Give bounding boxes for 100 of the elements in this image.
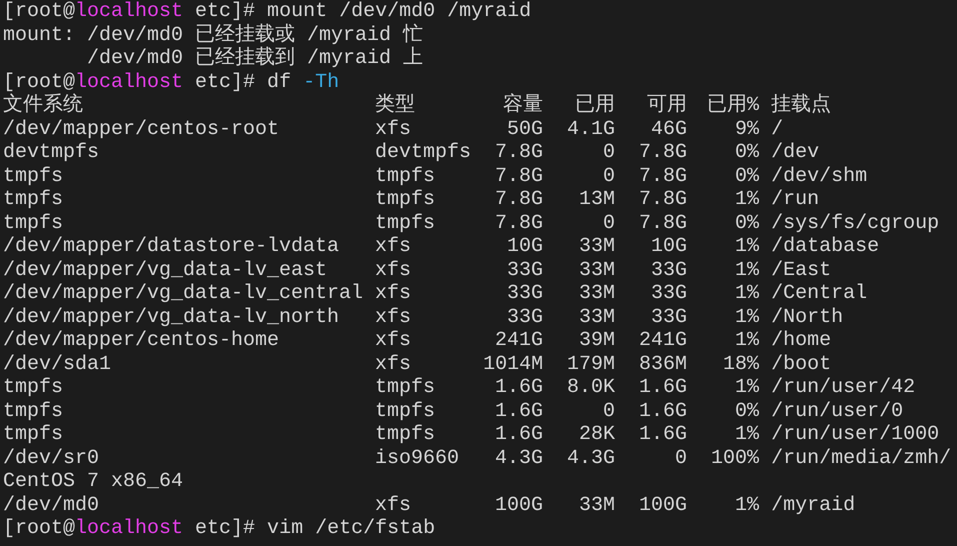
table-cell-text: tmpfs (3, 212, 64, 235)
output-line: CentOS 7 x86_64 (3, 470, 184, 494)
table-cell-text: 241G (638, 329, 688, 352)
table-cell-text: 1.6G (638, 376, 688, 400)
table-cell-text: 0% (734, 400, 760, 423)
column-header: 文件系统 (3, 94, 84, 118)
table-cell-text: tmpfs (375, 376, 436, 400)
output-line: /dev/md0 已经挂载到 /myraid 上 (86, 47, 424, 70)
table-cell-text: tmpfs (375, 423, 436, 446)
table-cell-text: /dev/shm (770, 164, 868, 188)
table-cell-text: /dev/mapper/centos-root (3, 118, 280, 141)
table-cell-text: 0% (734, 164, 760, 188)
table-cell-text: 33M (578, 235, 616, 258)
table-cell-text: 7.8G (638, 141, 688, 164)
output-line: mount: /dev/md0 已经挂载或 /myraid 忙 (3, 24, 424, 46)
shell-prompt-line: [root@localhost etc]# vim /etc/fstab (3, 517, 436, 540)
table-cell-text: 1.6G (494, 376, 544, 400)
table-cell-text: 4.3G (566, 446, 616, 470)
table-cell-text: 33M (578, 258, 616, 282)
table-cell-text: 1.6G (638, 423, 688, 446)
table-cell-text: 1% (734, 329, 760, 352)
table-cell-text: xfs (375, 282, 412, 306)
table-cell-text: tmpfs (3, 423, 64, 446)
table-cell-text: /run (770, 188, 820, 212)
table-cell: 1014M (483, 352, 544, 376)
table-cell-text: 33G (650, 282, 688, 306)
table-cell-text: 0% (734, 212, 760, 235)
table-cell-text: 0 (674, 446, 688, 470)
table-cell-text: 7.8G (638, 212, 688, 235)
table-cell-text: 46G (650, 118, 688, 141)
table-cell-text: 33G (506, 282, 544, 306)
table-cell-text: /dev/sr0 (3, 446, 100, 470)
table-cell-text: xfs (375, 329, 412, 352)
table-cell-text: /run/user/0 (770, 400, 904, 423)
table-cell-text: /Central (770, 282, 868, 306)
table-cell-text: 1% (734, 376, 760, 400)
table-cell-text: tmpfs (375, 212, 436, 235)
column-header: 已用% (706, 94, 760, 118)
table-cell-text: 7.8G (494, 188, 544, 212)
table-cell-text: 50G (506, 118, 544, 141)
table-cell-text: 1.6G (494, 423, 544, 446)
table-cell-text: 13M (578, 188, 616, 212)
table-cell-text: 836M (638, 352, 688, 376)
table-cell-text: 7.8G (494, 141, 544, 164)
table-cell-text: 33M (578, 494, 616, 517)
table-cell-text: 7.8G (638, 188, 688, 212)
table-cell-text: 10G (506, 235, 544, 258)
table-cell-text: /run/user/42 (770, 376, 916, 400)
table-cell-text: /database (770, 235, 880, 258)
table-cell-text: 179M (566, 352, 616, 376)
table-cell-text: tmpfs (3, 400, 64, 423)
table-cell-text: devtmpfs (3, 141, 100, 164)
table-cell-text: tmpfs (375, 188, 436, 212)
table-cell-text: tmpfs (3, 188, 64, 212)
table-cell-text: 100G (638, 494, 688, 517)
table-cell-text: /home (770, 329, 832, 352)
table-cell-text: xfs (375, 118, 412, 141)
table-cell-text: 1% (734, 235, 760, 258)
table-cell-text: /dev/sda1 (3, 352, 112, 376)
table-cell-text: 33M (578, 282, 616, 306)
table-cell-text: tmpfs (3, 164, 64, 188)
table-cell-text: xfs (375, 306, 412, 329)
shell-prompt-line: [root@localhost etc]# mount /dev/md0 /myraid (3, 0, 532, 24)
table-cell-text: 33G (506, 306, 544, 329)
table-cell-text: 33M (578, 306, 616, 329)
table-cell-text: xfs (375, 494, 412, 517)
column-header: 容量 (502, 94, 544, 118)
table-cell-text: 28K (578, 423, 616, 446)
column-header: 挂载点 (770, 94, 832, 118)
table-cell-text: /dev/mapper/vg_data-lv_east (3, 258, 328, 282)
table-cell-text: 0 (602, 141, 616, 164)
table-cell-text: 1% (734, 423, 760, 446)
table-cell-text: 0% (734, 141, 760, 164)
table-cell-text: 0 (602, 164, 616, 188)
table-cell-text: 18% (722, 352, 760, 376)
table-cell-text: /dev (770, 141, 820, 164)
column-header: 类型 (375, 94, 416, 118)
table-cell-text: 1.6G (494, 400, 544, 423)
table-cell-text: xfs (375, 235, 412, 258)
table-cell-text: 1% (734, 258, 760, 282)
table-cell-text: /myraid (770, 494, 856, 517)
table-cell-text: /run/user/1000 (770, 423, 940, 446)
table-cell-text: 33G (650, 306, 688, 329)
table-cell-text: /East (770, 258, 832, 282)
table-cell-text: /North (770, 306, 844, 329)
column-header: 可用 (646, 94, 688, 118)
table-cell-text: 100% (710, 446, 760, 470)
table-cell-text: /boot (770, 352, 832, 376)
table-cell-text: tmpfs (375, 164, 436, 188)
table-cell-text: /sys/fs/cgroup (770, 212, 940, 235)
table-cell-text: 33G (506, 258, 544, 282)
table-cell-text: 9% (734, 118, 760, 141)
table-cell-text: 241G (494, 329, 544, 352)
table-cell-text: tmpfs (375, 400, 436, 423)
table-cell-text: /dev/mapper/vg_data-lv_north (3, 306, 340, 329)
table-cell-text: 4.3G (494, 446, 544, 470)
table-cell-text: 0 (602, 400, 616, 423)
column-header: 已用 (574, 94, 616, 118)
table-cell-text: 0 (602, 212, 616, 235)
table-cell-text: /run/media/zmh/ (770, 446, 952, 470)
